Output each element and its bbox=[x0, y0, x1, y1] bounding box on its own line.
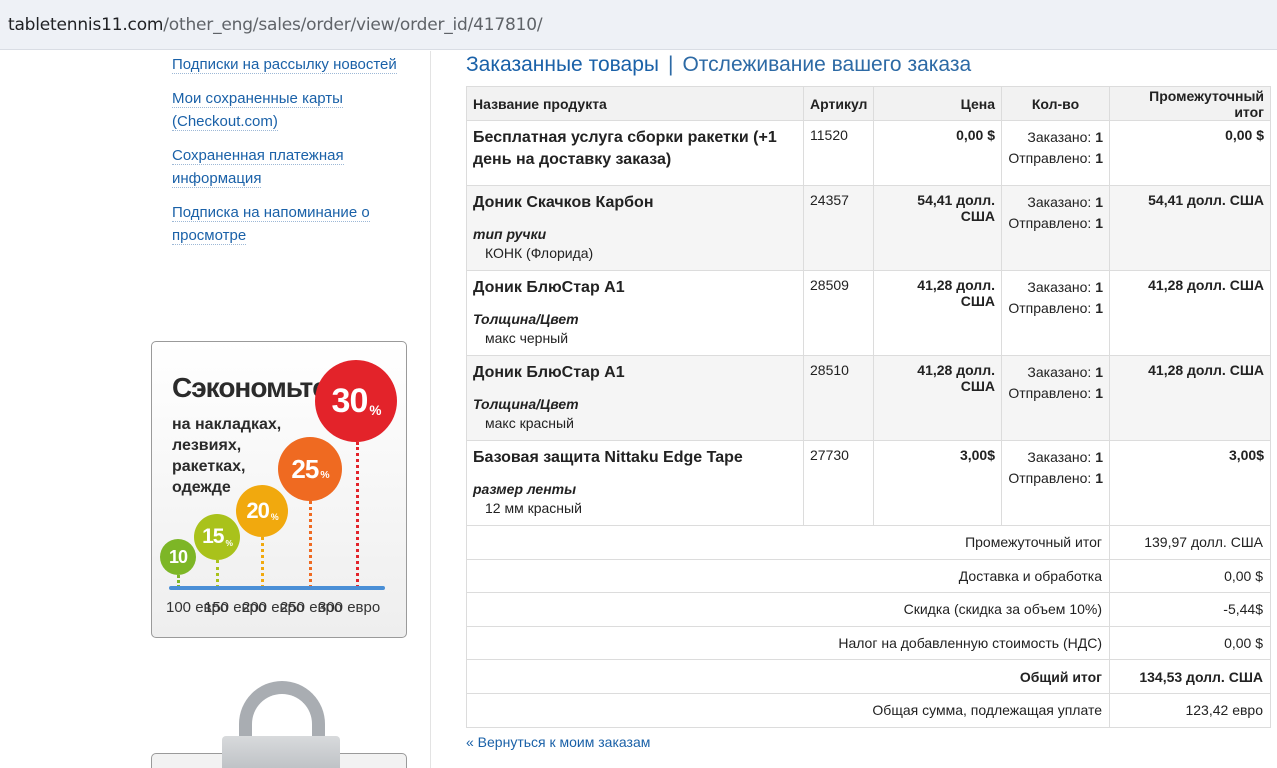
sidebar-link-newsletter[interactable]: Подписки на рассылку новостей bbox=[172, 53, 412, 76]
back-to-orders-link[interactable]: « Вернуться к моим заказам bbox=[466, 734, 650, 750]
tab-ordered-items[interactable]: Заказанные товары bbox=[466, 53, 659, 76]
sidebar-link-review-reminder[interactable]: Подписка на напоминание о просмотре bbox=[172, 201, 412, 247]
table-row: Бесплатная услуга сборки ракетки (+1 ден… bbox=[466, 120, 1271, 186]
totals-row-discount: Скидка (скидка за объем 10%) -5,44$ bbox=[466, 592, 1271, 627]
promo-bubble-20: 20% bbox=[236, 485, 288, 537]
column-header-product: Название продукта bbox=[466, 86, 804, 121]
totals-label: Скидка (скидка за объем 10%) bbox=[466, 592, 1110, 627]
totals-value: 0,00 $ bbox=[1109, 625, 1271, 661]
product-subtotal: 54,41 долл. США bbox=[1109, 185, 1271, 271]
totals-value: -5,44$ bbox=[1109, 592, 1271, 627]
url-host: tabletennis11.com bbox=[8, 15, 164, 35]
column-header-subtotal: Промежуточный итог bbox=[1109, 86, 1271, 121]
promo-dotted-line bbox=[309, 501, 312, 588]
product-subtotal: 41,28 долл. США bbox=[1109, 355, 1271, 441]
promo-bubble-25: 25% bbox=[278, 437, 342, 501]
table-header-row: Название продукта Артикул Цена Кол-во Пр… bbox=[466, 86, 1271, 121]
promo-threshold-label: 300 евро bbox=[318, 599, 381, 616]
totals-value: 0,00 $ bbox=[1109, 558, 1271, 594]
order-tabs: Заказанные товары | Отслеживание вашего за… bbox=[466, 53, 971, 77]
promo-bubble-10: 10 bbox=[160, 539, 196, 575]
sidebar-divider bbox=[430, 51, 431, 768]
option-label: размер ленты bbox=[473, 481, 577, 497]
product-name: Доник БлюСтар А1 bbox=[473, 364, 625, 381]
totals-row-subtotal: Промежуточный итог 139,97 долл. США bbox=[466, 525, 1271, 560]
column-header-sku: Артикул bbox=[803, 86, 874, 121]
product-sku: 28510 bbox=[803, 355, 874, 441]
product-name: Доник БлюСтар А1 bbox=[473, 279, 625, 296]
product-price: 3,00$ bbox=[873, 440, 1002, 526]
totals-value: 134,53 долл. США bbox=[1109, 659, 1271, 694]
column-header-price: Цена bbox=[873, 86, 1002, 121]
product-name: Доник Скачков Карбон bbox=[473, 194, 654, 211]
order-items-table: Название продукта Артикул Цена Кол-во Пр… bbox=[466, 86, 1271, 728]
product-qty: Заказано: 1 Отправлено: 1 bbox=[1001, 270, 1110, 356]
product-name: Бесплатная услуга сборки ракетки (+1 ден… bbox=[473, 129, 777, 168]
tab-order-tracking[interactable]: Отслеживание вашего заказа bbox=[682, 53, 971, 76]
sidebar: Подписки на рассылку новостей Мои сохран… bbox=[0, 51, 431, 768]
product-sku: 28509 bbox=[803, 270, 874, 356]
totals-label: Общий итог bbox=[466, 659, 1110, 694]
product-subtotal: 3,00$ bbox=[1109, 440, 1271, 526]
product-name: Базовая защита Nittaku Edge Tape bbox=[473, 449, 743, 466]
totals-row-shipping: Доставка и обработка 0,00 $ bbox=[466, 558, 1271, 594]
product-price: 41,28 долл. США bbox=[873, 270, 1002, 356]
product-subtotal: 0,00 $ bbox=[1109, 120, 1271, 186]
table-row: Доник БлюСтар А1 Толщина/Цвет макс черный … bbox=[466, 270, 1271, 356]
option-label: тип ручки bbox=[473, 226, 547, 242]
totals-label: Налог на добавленную стоимость (НДС) bbox=[466, 625, 1110, 661]
tab-separator: | bbox=[668, 53, 674, 76]
product-sku: 11520 bbox=[803, 120, 874, 186]
option-label: Толщина/Цвет bbox=[473, 396, 579, 412]
totals-row-vat: Налог на добавленную стоимость (НДС) 0,0… bbox=[466, 625, 1271, 661]
promo-dotted-line bbox=[261, 537, 264, 588]
totals-value: 139,97 долл. США bbox=[1109, 525, 1271, 560]
column-header-qty: Кол-во bbox=[1001, 86, 1110, 121]
totals-label: Доставка и обработка bbox=[466, 558, 1110, 594]
table-row: Базовая защита Nittaku Edge Tape размер л… bbox=[466, 440, 1271, 526]
option-value: макс черный bbox=[485, 330, 569, 346]
account-nav: Подписки на рассылку новостей Мои сохран… bbox=[172, 53, 412, 258]
sidebar-link-payment-info[interactable]: Сохраненная платежная информация bbox=[172, 144, 412, 190]
totals-row-grand-total: Общий итог 134,53 долл. США bbox=[466, 659, 1271, 694]
promo-axis bbox=[169, 586, 385, 590]
promo-bubble-15: 15% bbox=[194, 514, 240, 560]
promo-bubble-30: 30% bbox=[315, 360, 397, 442]
discount-promo-banner[interactable]: Сэкономьте до на накладках, лезвиях, рак… bbox=[151, 341, 407, 638]
option-label: Толщина/Цвет bbox=[473, 311, 579, 327]
product-sku: 27730 bbox=[803, 440, 874, 526]
padlock-body bbox=[222, 736, 340, 768]
product-sku: 24357 bbox=[803, 185, 874, 271]
totals-value: 123,42 евро bbox=[1109, 692, 1271, 728]
table-row: Доник Скачков Карбон тип ручки КОНК (Флори… bbox=[466, 185, 1271, 271]
option-value: макс красный bbox=[485, 415, 574, 431]
table-row: Доник БлюСтар А1 Толщина/Цвет макс красный… bbox=[466, 355, 1271, 441]
product-subtotal: 41,28 долл. США bbox=[1109, 270, 1271, 356]
url-path: /other_eng/sales/order/view/order_id/417… bbox=[163, 15, 543, 35]
product-qty: Заказано: 1 Отправлено: 1 bbox=[1001, 120, 1110, 186]
promo-dotted-line bbox=[216, 560, 219, 588]
product-price: 41,28 долл. США bbox=[873, 355, 1002, 441]
product-price: 54,41 долл. США bbox=[873, 185, 1002, 271]
totals-label: Общая сумма, подлежащая уплате bbox=[466, 692, 1110, 728]
address-bar[interactable]: tabletennis11.com/other_eng/sales/order/… bbox=[0, 0, 1277, 50]
option-value: КОНК (Флорида) bbox=[485, 245, 594, 261]
totals-label: Промежуточный итог bbox=[466, 525, 1110, 560]
product-qty: Заказано: 1 Отправлено: 1 bbox=[1001, 440, 1110, 526]
option-value: 12 мм красный bbox=[485, 500, 582, 516]
totals-row-amount-due: Общая сумма, подлежащая уплате 123,42 ев… bbox=[466, 692, 1271, 728]
promo-dotted-line bbox=[356, 442, 359, 588]
product-qty: Заказано: 1 Отправлено: 1 bbox=[1001, 185, 1110, 271]
product-qty: Заказано: 1 Отправлено: 1 bbox=[1001, 355, 1110, 441]
sidebar-link-saved-cards[interactable]: Мои сохраненные карты (Checkout.com) bbox=[172, 87, 412, 133]
product-price: 0,00 $ bbox=[873, 120, 1002, 186]
url-text[interactable]: tabletennis11.com/other_eng/sales/order/… bbox=[8, 15, 543, 35]
